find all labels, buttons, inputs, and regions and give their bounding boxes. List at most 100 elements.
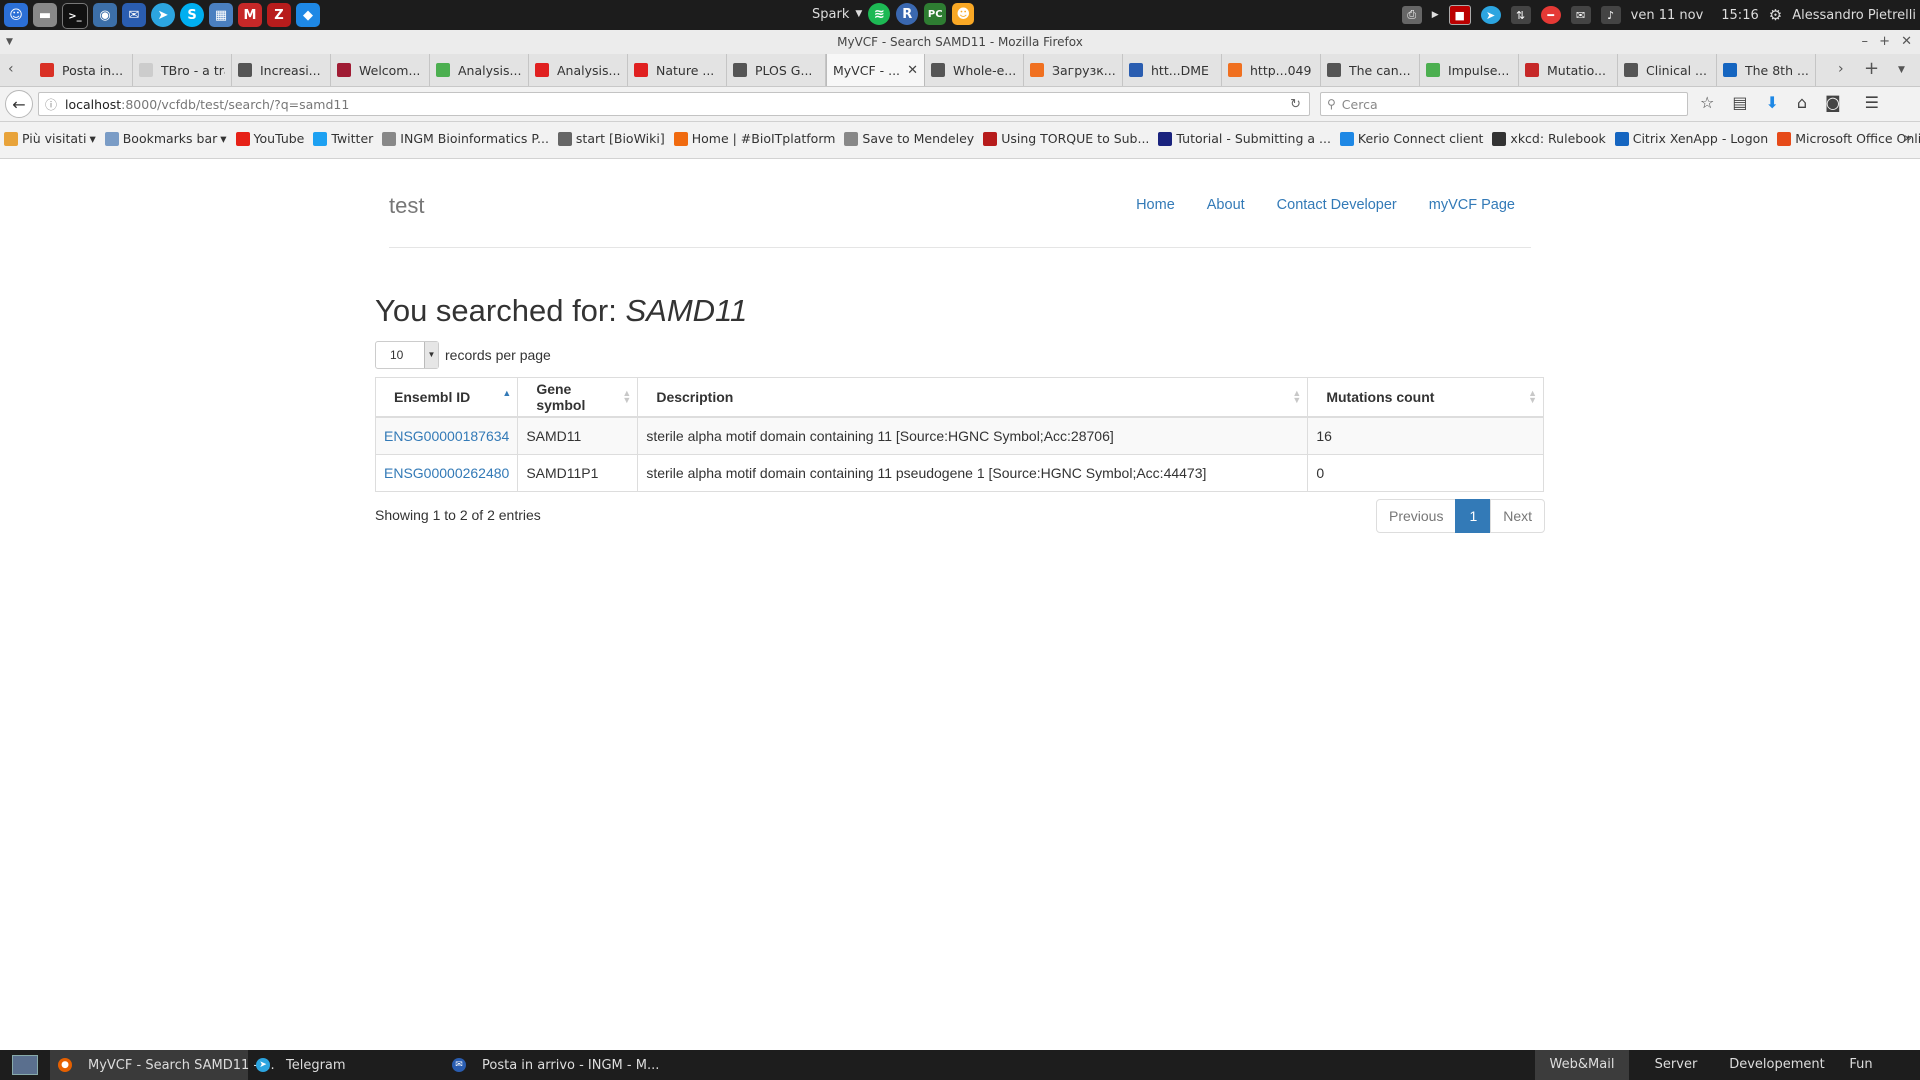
spotify-icon[interactable]: ≋ (868, 3, 891, 25)
network-icon[interactable]: ◉ (93, 3, 117, 27)
finder-icon[interactable]: ☺ (4, 3, 28, 27)
bookmark-item[interactable]: Bookmarks bar ▾ (104, 131, 227, 146)
task-thunderbird[interactable]: ✉ Posta in arrivo - INGM - M... (444, 1050, 659, 1080)
bookmark-item[interactable]: start [BioWiki] (557, 131, 665, 146)
dropbox-icon[interactable]: ◆ (296, 3, 320, 27)
back-button[interactable]: ← (5, 90, 33, 118)
workspace-fun[interactable]: Fun (1831, 1050, 1891, 1080)
task-firefox[interactable]: ● MyVCF - Search SAMD11 - ... (50, 1050, 275, 1080)
bookmark-item[interactable]: Using TORQUE to Sub... (983, 131, 1149, 146)
bookmark-item[interactable]: Più visitati ▾ (4, 131, 96, 146)
bookmark-item[interactable]: Citrix XenApp - Logon (1614, 131, 1768, 146)
browser-tab[interactable]: The can... (1321, 54, 1420, 86)
column-header-gene-symbol[interactable]: Gene symbol ▲ ▼ (517, 377, 639, 418)
r-icon[interactable]: R (896, 3, 919, 25)
workspace-developement[interactable]: Developement (1723, 1050, 1831, 1080)
page-1-button[interactable]: 1 (1455, 499, 1492, 533)
user-name[interactable]: Alessandro Pietrelli (1792, 8, 1916, 23)
bookmark-item[interactable]: Twitter (313, 131, 373, 146)
previous-page-button[interactable]: Previous (1376, 499, 1457, 533)
volume-icon[interactable]: ♪ (1600, 6, 1621, 24)
monitor-icon[interactable]: ▦ (209, 3, 233, 27)
tab-list-dropdown-icon[interactable]: ▼ (1898, 65, 1905, 75)
site-brand[interactable]: test (389, 193, 424, 219)
bookmark-item[interactable]: xkcd: Rulebook (1492, 131, 1606, 146)
nav-myvcf-link[interactable]: myVCF Page (1429, 197, 1515, 213)
nav-home-link[interactable]: Home (1136, 197, 1175, 213)
bookmark-star-icon[interactable]: ☆ (1700, 93, 1714, 112)
mail-icon[interactable]: ✉ (1570, 6, 1591, 24)
reload-icon[interactable]: ↻ (1290, 97, 1301, 112)
browser-tab[interactable]: Posta in... (34, 54, 133, 86)
pycharm-icon[interactable]: PC (924, 3, 947, 25)
ensembl-id-link[interactable]: ENSG00000187634 (384, 428, 509, 444)
filezilla-icon[interactable]: Z (267, 3, 291, 27)
column-header-ensembl-id[interactable]: Ensembl ID ▲ (374, 377, 519, 418)
bookmark-item[interactable]: Kerio Connect client (1339, 131, 1483, 146)
bookmark-item[interactable]: INGM Bioinformatics P... (382, 131, 549, 146)
task-telegram[interactable]: ➤ Telegram (248, 1050, 442, 1080)
browser-tab[interactable]: Welcom... (331, 54, 430, 86)
new-tab-icon[interactable]: + (1864, 58, 1879, 79)
thunderbird-icon[interactable]: ✉ (122, 3, 146, 27)
nav-contact-link[interactable]: Contact Developer (1277, 197, 1397, 213)
column-header-description[interactable]: Description ▲ ▼ (637, 377, 1309, 418)
browser-tab[interactable]: Clinical ... (1618, 54, 1717, 86)
reading-list-icon[interactable]: ▤ (1732, 93, 1747, 112)
download-icon[interactable]: ⬇ (1765, 93, 1778, 112)
pocket-icon[interactable]: ◙ (1825, 93, 1841, 112)
record-icon[interactable]: ■ (1448, 5, 1471, 25)
workspace-server[interactable]: Server (1629, 1050, 1723, 1080)
browser-tab[interactable]: Analysis... (430, 54, 529, 86)
page-length-select[interactable]: 10 ▼ (375, 341, 439, 369)
info-icon[interactable]: ⓘ (45, 96, 57, 113)
column-header-mutations-count[interactable]: Mutations count ▲ ▼ (1307, 377, 1544, 418)
bookmark-item[interactable]: Home | #BioITplatform (673, 131, 835, 146)
bookmark-item[interactable]: Save to Mendeley (844, 131, 974, 146)
mascot-icon[interactable]: ☻ (952, 3, 975, 25)
next-page-button[interactable]: Next (1490, 499, 1546, 533)
browser-tab[interactable]: PLOS G... (727, 54, 826, 86)
show-desktop-icon[interactable] (12, 1055, 38, 1075)
url-bar[interactable]: ⓘ localhost:8000/vcfdb/test/search/?q=sa… (38, 92, 1310, 116)
terminal-icon[interactable]: >_ (62, 3, 88, 29)
window-menu-icon[interactable]: ▼ (6, 30, 13, 54)
files-icon[interactable]: ▬ (33, 3, 57, 27)
date-label[interactable]: ven 11 nov (1631, 8, 1704, 23)
ensembl-id-link[interactable]: ENSG00000262480 (384, 465, 509, 481)
browser-tab[interactable]: http...049 (1222, 54, 1321, 86)
mendeley-icon[interactable]: M (238, 3, 262, 27)
nav-about-link[interactable]: About (1207, 197, 1245, 213)
chevron-down-icon[interactable]: ▼ (855, 9, 862, 19)
close-window-icon[interactable]: ✕ (1901, 30, 1912, 54)
browser-tab[interactable]: Загрузк... (1024, 54, 1123, 86)
bookmark-item[interactable]: YouTube (235, 131, 304, 146)
browser-tab[interactable]: The 8th ... (1717, 54, 1816, 86)
search-bar[interactable]: ⚲ Cerca (1320, 92, 1688, 116)
browser-tab[interactable]: MyVCF - ... ✕ (826, 54, 925, 86)
browser-tab[interactable]: Increasi... (232, 54, 331, 86)
bookmarks-overflow-icon[interactable]: » (1904, 131, 1912, 146)
telegram-tray-icon[interactable]: ➤ (1480, 6, 1501, 24)
browser-tab[interactable]: Nature ... (628, 54, 727, 86)
tabs-scroll-right-icon[interactable]: › (1838, 61, 1844, 77)
home-icon[interactable]: ⌂ (1797, 93, 1807, 112)
hamburger-menu-icon[interactable]: ☰ (1865, 93, 1879, 112)
tabs-scroll-left-icon[interactable]: ‹ (8, 61, 14, 77)
clock-label[interactable]: 15:16 (1721, 8, 1758, 23)
bookmark-item[interactable]: Tutorial - Submitting a ... (1158, 131, 1331, 146)
workspace-web-mail[interactable]: Web&Mail (1535, 1050, 1629, 1080)
browser-tab[interactable]: Impulse... (1420, 54, 1519, 86)
close-tab-icon[interactable]: ✕ (907, 63, 918, 78)
telegram-icon[interactable]: ➤ (151, 3, 175, 27)
chevron-right-icon[interactable]: ▶ (1432, 10, 1439, 20)
alert-icon[interactable]: ━ (1540, 6, 1561, 24)
network-arrows-icon[interactable]: ⇅ (1510, 6, 1531, 24)
browser-tab[interactable]: Mutatio... (1519, 54, 1618, 86)
gear-icon[interactable]: ⚙ (1769, 6, 1782, 24)
spark-menu[interactable]: Spark (812, 7, 849, 22)
printer-icon[interactable]: ⎙ (1401, 6, 1422, 24)
skype-icon[interactable]: S (180, 3, 204, 27)
browser-tab[interactable]: htt...DME (1123, 54, 1222, 86)
bookmark-item[interactable]: Microsoft Office Online... (1777, 131, 1920, 146)
